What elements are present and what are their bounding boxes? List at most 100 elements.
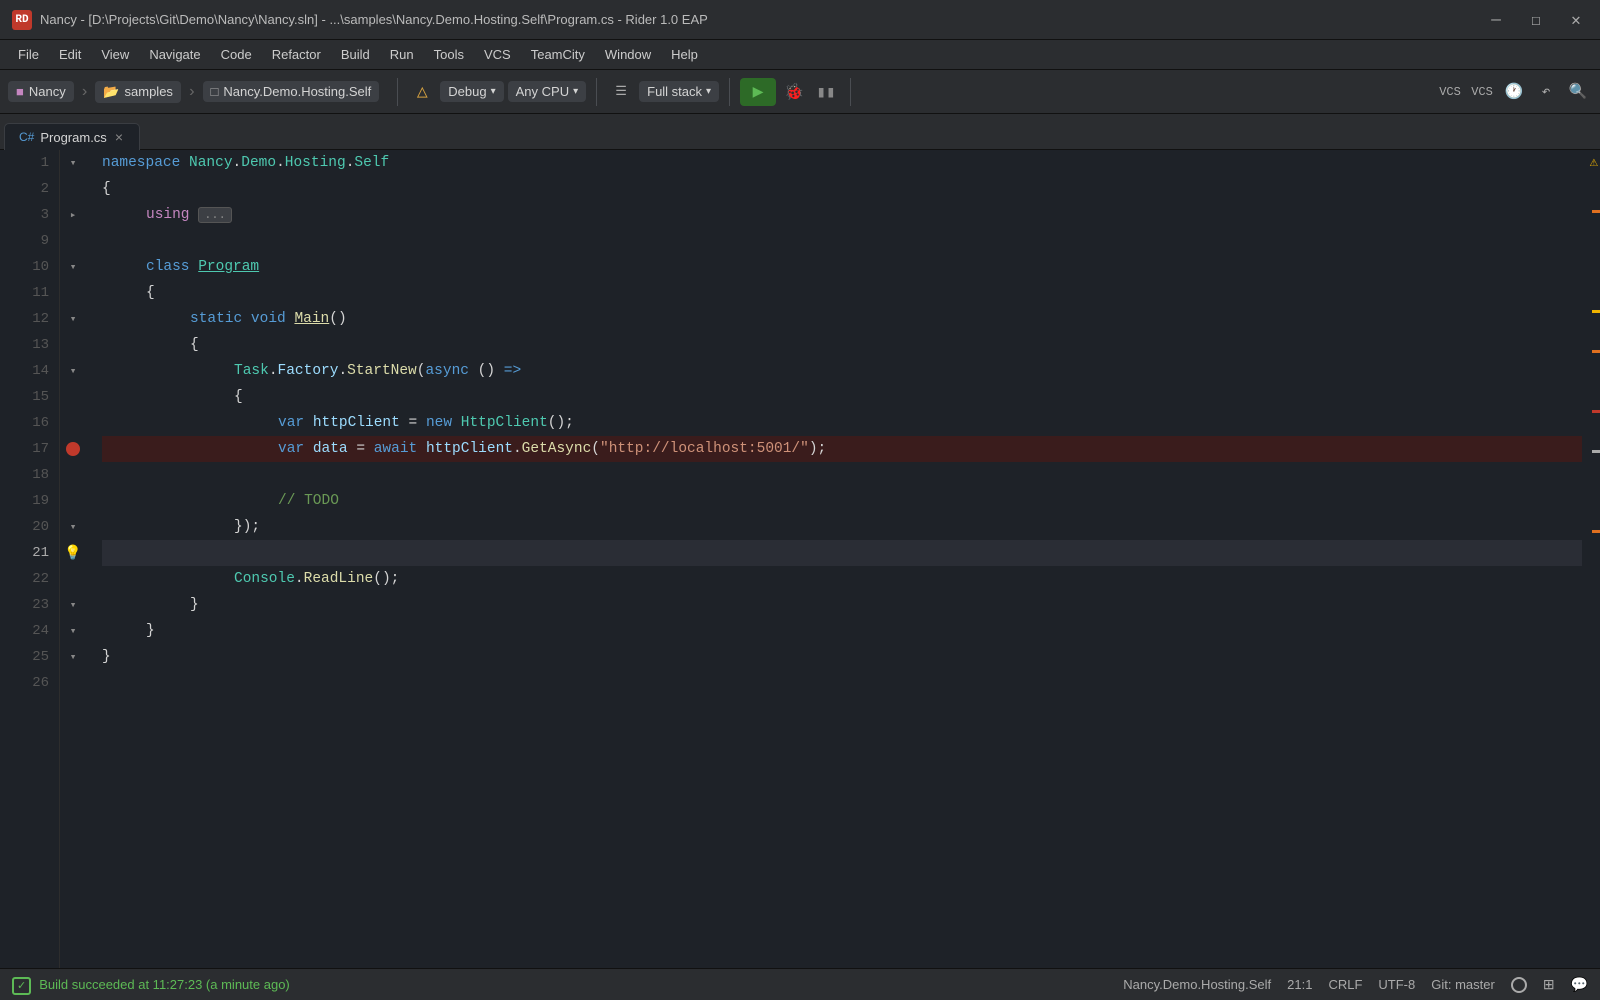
build-icon: ✓ <box>12 977 31 992</box>
debug-button[interactable]: 🐞 <box>780 78 808 106</box>
toolbar: ■ Nancy › 📂 samples › □ Nancy.Demo.Hosti… <box>0 70 1600 114</box>
stack-dropdown[interactable]: Full stack ▾ <box>639 81 719 102</box>
gutter-3: ▸ <box>60 202 86 228</box>
minimize-button[interactable]: — <box>1484 11 1508 29</box>
menu-refactor[interactable]: Refactor <box>262 43 331 66</box>
code-line-24: } <box>102 618 1582 644</box>
menu-bar: File Edit View Navigate Code Refactor Bu… <box>0 40 1600 70</box>
fold-icon-23[interactable]: ▾ <box>70 598 77 612</box>
menu-window[interactable]: Window <box>595 43 661 66</box>
project-status: Nancy.Demo.Hosting.Self <box>1123 977 1271 992</box>
code-line-1: namespace Nancy . Demo . Hosting . Self <box>102 150 1582 176</box>
fold-icon-block[interactable]: ▾ <box>70 520 77 534</box>
code-line-18 <box>102 462 1582 488</box>
gutter-24: ▾ <box>60 618 86 644</box>
gutter-9 <box>60 228 86 254</box>
vcs-icon-2[interactable]: VCS <box>1468 78 1496 106</box>
editor-tab-program-cs[interactable]: C# Program.cs × <box>4 123 140 150</box>
line-num-17: 17 <box>0 436 59 462</box>
line-num-16: 16 <box>0 410 59 436</box>
menu-edit[interactable]: Edit <box>49 43 91 66</box>
breadcrumb-samples[interactable]: 📂 samples <box>95 81 181 103</box>
menu-teamcity[interactable]: TeamCity <box>521 43 595 66</box>
menu-help[interactable]: Help <box>661 43 708 66</box>
deploy-icon-btn[interactable]: △ <box>408 78 436 106</box>
line-num-18: 18 <box>0 462 59 488</box>
code-line-10: class Program <box>102 254 1582 280</box>
menu-build[interactable]: Build <box>331 43 380 66</box>
build-progress-icon <box>1511 977 1527 993</box>
breadcrumb-nancy[interactable]: ■ Nancy <box>8 81 74 102</box>
diff-icon: ⊞ <box>1543 976 1555 993</box>
menu-navigate[interactable]: Navigate <box>139 43 210 66</box>
fold-icon-25[interactable]: ▾ <box>70 650 77 664</box>
bulb-icon-21[interactable]: 💡 <box>64 545 81 562</box>
right-scrollbar[interactable]: ⚠ <box>1582 150 1600 968</box>
tab-close-button[interactable]: × <box>113 129 125 145</box>
vcs-status[interactable]: Git: master <box>1431 977 1495 992</box>
line-num-25: 25 <box>0 644 59 670</box>
undo-icon[interactable]: ↶ <box>1532 78 1560 106</box>
fold-icon-lambda[interactable]: ▾ <box>70 364 77 378</box>
margin-mark-1 <box>1592 210 1600 213</box>
nancy-icon: ■ <box>16 84 24 99</box>
menu-code[interactable]: Code <box>211 43 262 66</box>
line-num-2: 2 <box>0 176 59 202</box>
debug-chevron-icon: ▾ <box>491 86 496 97</box>
gutter: ▾ ▸ ▾ ▾ ▾ <box>60 150 86 968</box>
line-endings: CRLF <box>1328 977 1362 992</box>
breadcrumb-project[interactable]: □ Nancy.Demo.Hosting.Self <box>203 81 380 102</box>
fold-icon-namespace[interactable]: ▾ <box>70 156 77 170</box>
cpu-label: Any CPU <box>516 84 569 99</box>
fold-using-block[interactable]: ... <box>198 207 232 223</box>
stack-icon-btn[interactable]: ☰ <box>607 78 635 106</box>
tab-bar: C# Program.cs × <box>0 114 1600 150</box>
line-num-10: 10 <box>0 254 59 280</box>
chat-icon: 💬 <box>1571 976 1588 993</box>
menu-view[interactable]: View <box>91 43 139 66</box>
nancy-label: Nancy <box>29 84 66 99</box>
title-bar-text: Nancy - [D:\Projects\Git\Demo\Nancy\Nanc… <box>40 12 1484 27</box>
fold-icon-24[interactable]: ▾ <box>70 624 77 638</box>
margin-mark-3 <box>1592 350 1600 353</box>
line-num-14: 14 <box>0 358 59 384</box>
gutter-12: ▾ <box>60 306 86 332</box>
gutter-16 <box>60 410 86 436</box>
breadcrumb: ■ Nancy › 📂 samples › □ Nancy.Demo.Hosti… <box>8 81 379 103</box>
menu-tools[interactable]: Tools <box>424 43 474 66</box>
vcs-icon-1[interactable]: VCS <box>1436 78 1464 106</box>
close-button[interactable]: ✕ <box>1564 10 1588 30</box>
fold-icon-method[interactable]: ▾ <box>70 312 77 326</box>
code-line-12: static void Main () <box>102 306 1582 332</box>
code-line-14: Task . Factory . StartNew ( async () => <box>102 358 1582 384</box>
menu-vcs[interactable]: VCS <box>474 43 521 66</box>
gutter-17 <box>60 436 86 462</box>
fold-icon-using[interactable]: ▸ <box>70 208 77 222</box>
tab-file-icon: C# <box>19 130 34 144</box>
code-line-23: } <box>102 592 1582 618</box>
gutter-1: ▾ <box>60 150 86 176</box>
maximize-button[interactable]: ☐ <box>1524 10 1548 30</box>
search-icon[interactable]: 🔍 <box>1564 78 1592 106</box>
title-bar-controls: — ☐ ✕ <box>1484 10 1588 30</box>
menu-run[interactable]: Run <box>380 43 424 66</box>
title-bar: RD Nancy - [D:\Projects\Git\Demo\Nancy\N… <box>0 0 1600 40</box>
code-line-25: } <box>102 644 1582 670</box>
debug-dropdown[interactable]: Debug ▾ <box>440 81 503 102</box>
code-editor[interactable]: namespace Nancy . Demo . Hosting . Self … <box>86 150 1582 968</box>
run-button[interactable]: ▶ <box>740 78 776 106</box>
history-icon[interactable]: 🕐 <box>1500 78 1528 106</box>
cpu-dropdown[interactable]: Any CPU ▾ <box>508 81 587 102</box>
gutter-22 <box>60 566 86 592</box>
pause-button[interactable]: ▮▮ <box>812 78 840 106</box>
breakpoint-17[interactable] <box>66 442 80 456</box>
gutter-2 <box>60 176 86 202</box>
stack-chevron-icon: ▾ <box>706 86 711 97</box>
menu-file[interactable]: File <box>8 43 49 66</box>
project-icon: □ <box>211 84 219 99</box>
margin-mark-5 <box>1592 530 1600 533</box>
fold-icon-class[interactable]: ▾ <box>70 260 77 274</box>
breadcrumb-separator-2: › <box>187 83 197 101</box>
code-line-17: var data = await httpClient . GetAsync (… <box>102 436 1582 462</box>
line-num-21: 21 <box>0 540 59 566</box>
